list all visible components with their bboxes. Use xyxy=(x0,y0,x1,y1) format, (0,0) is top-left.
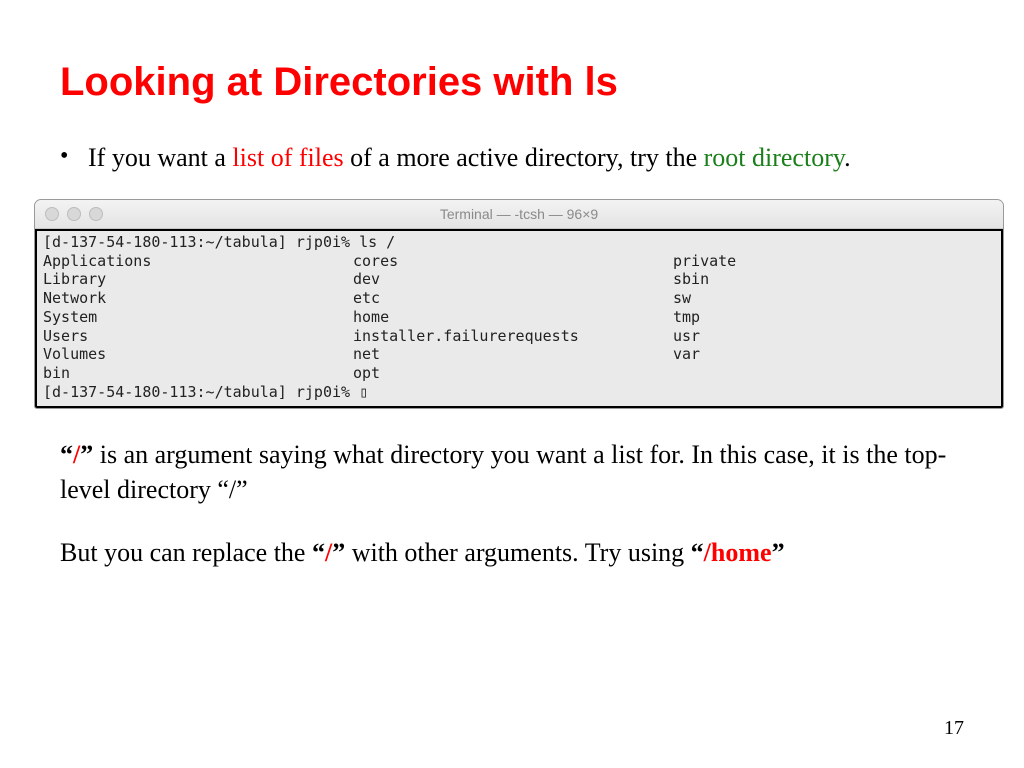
ls-entry: System xyxy=(43,308,353,327)
page-number: 17 xyxy=(944,717,964,740)
terminal-line: Systemhometmp xyxy=(43,308,995,327)
text: ” xyxy=(80,440,93,469)
ls-entry: Volumes xyxy=(43,345,353,364)
text: . xyxy=(844,143,851,172)
emph-home: /home xyxy=(704,538,772,567)
explanation-paragraph-2: But you can replace the “/” with other a… xyxy=(60,535,984,570)
bullet-paragraph: If you want a list of files of a more ac… xyxy=(60,141,984,175)
terminal-line: Usersinstaller.failurerequestsusr xyxy=(43,327,995,346)
terminal-line: Applicationscoresprivate xyxy=(43,252,995,271)
terminal-line: Librarydevsbin xyxy=(43,270,995,289)
text: If you want a xyxy=(88,143,232,172)
emph-root-directory: root directory xyxy=(704,143,845,172)
text: ” xyxy=(332,538,345,567)
ls-entry xyxy=(673,364,995,383)
explanation-paragraph-1: “/” is an argument saying what directory… xyxy=(60,437,984,507)
text: But you can replace the xyxy=(60,538,312,567)
ls-entry: Library xyxy=(43,270,353,289)
slide-title: Looking at Directories with ls xyxy=(60,60,984,105)
ls-entry: usr xyxy=(673,327,995,346)
text: “ xyxy=(312,538,325,567)
ls-entry: installer.failurerequests xyxy=(353,327,673,346)
ls-entry: dev xyxy=(353,270,673,289)
ls-entry: Applications xyxy=(43,252,353,271)
terminal-line: [d-137-54-180-113:~/tabula] rjp0i% ls / xyxy=(43,233,995,252)
slide: Looking at Directories with ls If you wa… xyxy=(0,0,1024,638)
ls-entry: var xyxy=(673,345,995,364)
prompt: [d-137-54-180-113:~/tabula] rjp0i% xyxy=(43,383,359,401)
ls-entry: home xyxy=(353,308,673,327)
terminal-line: binopt xyxy=(43,364,995,383)
text: “ xyxy=(60,440,73,469)
ls-entry: Network xyxy=(43,289,353,308)
terminal-line: [d-137-54-180-113:~/tabula] rjp0i% ▯ xyxy=(43,383,995,402)
ls-entry: sw xyxy=(673,289,995,308)
text: ” xyxy=(772,538,785,567)
ls-entry: tmp xyxy=(673,308,995,327)
terminal-titlebar: Terminal — -tcsh — 96×9 xyxy=(35,200,1003,229)
ls-entry: opt xyxy=(353,364,673,383)
emph-list-of-files: list of files xyxy=(232,143,343,172)
terminal-window: Terminal — -tcsh — 96×9 [d-137-54-180-11… xyxy=(34,199,1004,409)
ls-entry: net xyxy=(353,345,673,364)
text: with other arguments. Try using xyxy=(345,538,690,567)
ls-entry: bin xyxy=(43,364,353,383)
text: is an argument saying what directory you… xyxy=(60,440,946,504)
cursor-icon: ▯ xyxy=(359,383,368,401)
ls-entry: sbin xyxy=(673,270,995,289)
ls-entry: etc xyxy=(353,289,673,308)
terminal-line: Volumesnetvar xyxy=(43,345,995,364)
ls-entry: Users xyxy=(43,327,353,346)
ls-entry: cores xyxy=(353,252,673,271)
terminal-body: [d-137-54-180-113:~/tabula] rjp0i% ls /A… xyxy=(35,229,1003,408)
text: “ xyxy=(691,538,704,567)
text: of a more active directory, try the xyxy=(344,143,704,172)
terminal-line: Networketcsw xyxy=(43,289,995,308)
terminal-title-text: Terminal — -tcsh — 96×9 xyxy=(35,206,1003,222)
ls-entry: private xyxy=(673,252,995,271)
